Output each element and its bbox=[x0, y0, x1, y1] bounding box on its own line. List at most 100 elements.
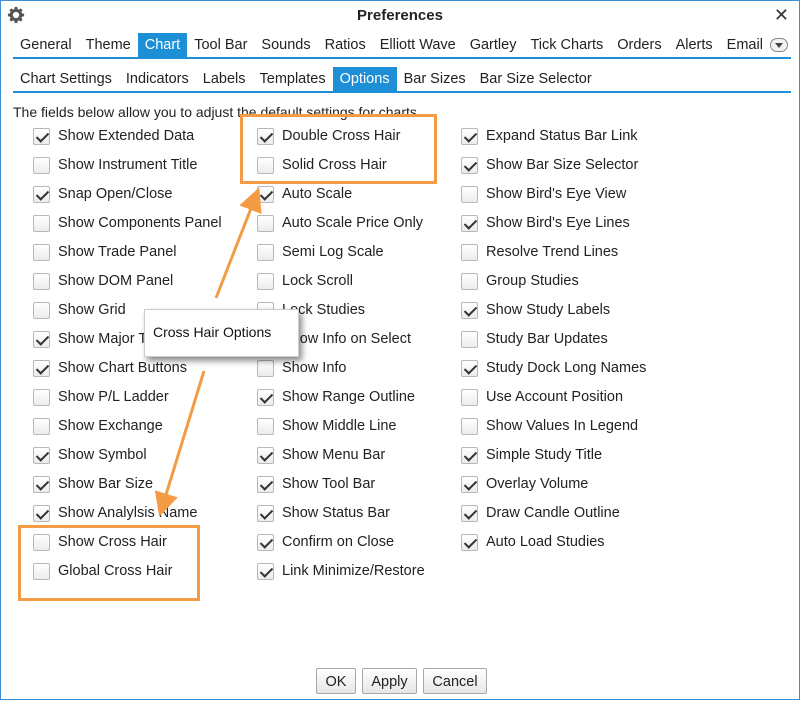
subtab-templates[interactable]: Templates bbox=[253, 67, 333, 91]
checkbox-row-global-cross-hair[interactable]: Global Cross Hair bbox=[33, 560, 173, 582]
tab-alerts[interactable]: Alerts bbox=[669, 33, 720, 57]
tab-orders[interactable]: Orders bbox=[610, 33, 668, 57]
tab-sounds[interactable]: Sounds bbox=[254, 33, 317, 57]
subtab-chart-settings[interactable]: Chart Settings bbox=[13, 67, 119, 91]
checkbox[interactable] bbox=[461, 214, 478, 232]
checkbox[interactable] bbox=[33, 475, 50, 493]
checkbox-row-show-grid[interactable]: Show Grid bbox=[33, 299, 126, 321]
checkbox[interactable] bbox=[257, 214, 274, 232]
checkbox[interactable] bbox=[33, 156, 50, 174]
checkbox-row-show-analylsis-name[interactable]: Show Analylsis Name bbox=[33, 502, 198, 524]
checkbox[interactable] bbox=[257, 185, 274, 203]
checkbox[interactable] bbox=[257, 243, 274, 261]
checkbox-row-study-dock-long-names[interactable]: Study Dock Long Names bbox=[461, 357, 647, 379]
checkbox[interactable] bbox=[257, 475, 274, 493]
checkbox-row-show-trade-panel[interactable]: Show Trade Panel bbox=[33, 241, 177, 263]
checkbox[interactable] bbox=[461, 272, 478, 290]
checkbox[interactable] bbox=[257, 533, 274, 551]
more-tabs-dropdown-icon[interactable] bbox=[770, 38, 788, 52]
checkbox-row-show-cross-hair[interactable]: Show Cross Hair bbox=[33, 531, 167, 553]
subtab-indicators[interactable]: Indicators bbox=[119, 67, 196, 91]
checkbox-row-show-menu-bar[interactable]: Show Menu Bar bbox=[257, 444, 386, 466]
checkbox[interactable] bbox=[257, 156, 274, 174]
checkbox[interactable] bbox=[257, 562, 274, 580]
checkbox-row-show-status-bar[interactable]: Show Status Bar bbox=[257, 502, 390, 524]
checkbox-row-show-bird-s-eye-view[interactable]: Show Bird's Eye View bbox=[461, 183, 627, 205]
checkbox[interactable] bbox=[33, 272, 50, 290]
checkbox-row-show-bar-size[interactable]: Show Bar Size bbox=[33, 473, 154, 495]
subtab-labels[interactable]: Labels bbox=[196, 67, 253, 91]
checkbox-row-group-studies[interactable]: Group Studies bbox=[461, 270, 579, 292]
checkbox-row-show-study-labels[interactable]: Show Study Labels bbox=[461, 299, 611, 321]
subtab-bar-size-selector[interactable]: Bar Size Selector bbox=[473, 67, 599, 91]
subtab-options[interactable]: Options bbox=[332, 67, 397, 91]
checkbox[interactable] bbox=[461, 417, 478, 435]
checkbox[interactable] bbox=[461, 446, 478, 464]
checkbox[interactable] bbox=[461, 243, 478, 261]
checkbox-row-confirm-on-close[interactable]: Confirm on Close bbox=[257, 531, 395, 553]
checkbox-row-show-dom-panel[interactable]: Show DOM Panel bbox=[33, 270, 174, 292]
subtab-bar-sizes[interactable]: Bar Sizes bbox=[397, 67, 473, 91]
checkbox-row-show-bird-s-eye-lines[interactable]: Show Bird's Eye Lines bbox=[461, 212, 630, 234]
tab-chart[interactable]: Chart bbox=[137, 33, 188, 57]
checkbox[interactable] bbox=[461, 156, 478, 174]
checkbox[interactable] bbox=[461, 475, 478, 493]
cancel-button[interactable]: Cancel bbox=[423, 668, 487, 694]
checkbox-row-link-minimize-restore[interactable]: Link Minimize/Restore bbox=[257, 560, 425, 582]
checkbox-row-use-account-position[interactable]: Use Account Position bbox=[461, 386, 624, 408]
checkbox-row-auto-load-studies[interactable]: Auto Load Studies bbox=[461, 531, 605, 553]
checkbox[interactable] bbox=[33, 562, 50, 580]
checkbox[interactable] bbox=[33, 504, 50, 522]
checkbox[interactable] bbox=[461, 301, 478, 319]
checkbox-row-snap-open-close[interactable]: Snap Open/Close bbox=[33, 183, 173, 205]
apply-button[interactable]: Apply bbox=[362, 668, 417, 694]
checkbox[interactable] bbox=[257, 417, 274, 435]
checkbox-row-study-bar-updates[interactable]: Study Bar Updates bbox=[461, 328, 608, 350]
checkbox[interactable] bbox=[461, 359, 478, 377]
checkbox[interactable] bbox=[257, 446, 274, 464]
checkbox-row-show-components-panel[interactable]: Show Components Panel bbox=[33, 212, 222, 234]
checkbox[interactable] bbox=[33, 243, 50, 261]
tab-tool-bar[interactable]: Tool Bar bbox=[187, 33, 254, 57]
checkbox-row-show-extended-data[interactable]: Show Extended Data bbox=[33, 125, 195, 147]
checkbox-row-show-range-outline[interactable]: Show Range Outline bbox=[257, 386, 415, 408]
checkbox-row-show-instrument-title[interactable]: Show Instrument Title bbox=[33, 154, 198, 176]
checkbox[interactable] bbox=[33, 330, 50, 348]
checkbox[interactable] bbox=[461, 533, 478, 551]
checkbox-row-semi-log-scale[interactable]: Semi Log Scale bbox=[257, 241, 384, 263]
checkbox-row-show-chart-buttons[interactable]: Show Chart Buttons bbox=[33, 357, 187, 379]
checkbox[interactable] bbox=[33, 185, 50, 203]
checkbox[interactable] bbox=[257, 504, 274, 522]
ok-button[interactable]: OK bbox=[316, 668, 356, 694]
checkbox-row-double-cross-hair[interactable]: Double Cross Hair bbox=[257, 125, 401, 147]
tab-theme[interactable]: Theme bbox=[79, 33, 138, 57]
checkbox-row-show-symbol[interactable]: Show Symbol bbox=[33, 444, 147, 466]
checkbox-row-auto-scale[interactable]: Auto Scale bbox=[257, 183, 353, 205]
checkbox[interactable] bbox=[257, 388, 274, 406]
checkbox-row-overlay-volume[interactable]: Overlay Volume bbox=[461, 473, 589, 495]
checkbox[interactable] bbox=[461, 185, 478, 203]
checkbox[interactable] bbox=[33, 533, 50, 551]
checkbox[interactable] bbox=[33, 417, 50, 435]
checkbox[interactable] bbox=[461, 127, 478, 145]
checkbox[interactable] bbox=[33, 359, 50, 377]
checkbox-row-show-exchange[interactable]: Show Exchange bbox=[33, 415, 163, 437]
tab-general[interactable]: General bbox=[13, 33, 79, 57]
tab-email[interactable]: Email bbox=[720, 33, 770, 57]
checkbox-row-auto-scale-price-only[interactable]: Auto Scale Price Only bbox=[257, 212, 424, 234]
checkbox[interactable] bbox=[33, 388, 50, 406]
checkbox-row-show-info[interactable]: Show Info bbox=[257, 357, 347, 379]
checkbox[interactable] bbox=[33, 301, 50, 319]
checkbox[interactable] bbox=[33, 127, 50, 145]
checkbox-row-show-p-l-ladder[interactable]: Show P/L Ladder bbox=[33, 386, 169, 408]
checkbox[interactable] bbox=[33, 214, 50, 232]
checkbox[interactable] bbox=[257, 359, 274, 377]
checkbox-row-lock-scroll[interactable]: Lock Scroll bbox=[257, 270, 353, 292]
checkbox-row-expand-status-bar-link[interactable]: Expand Status Bar Link bbox=[461, 125, 638, 147]
checkbox-row-show-bar-size-selector[interactable]: Show Bar Size Selector bbox=[461, 154, 639, 176]
checkbox[interactable] bbox=[461, 330, 478, 348]
checkbox-row-solid-cross-hair[interactable]: Solid Cross Hair bbox=[257, 154, 387, 176]
checkbox[interactable] bbox=[461, 504, 478, 522]
close-icon[interactable]: ✕ bbox=[774, 5, 789, 26]
checkbox-row-show-values-in-legend[interactable]: Show Values In Legend bbox=[461, 415, 639, 437]
